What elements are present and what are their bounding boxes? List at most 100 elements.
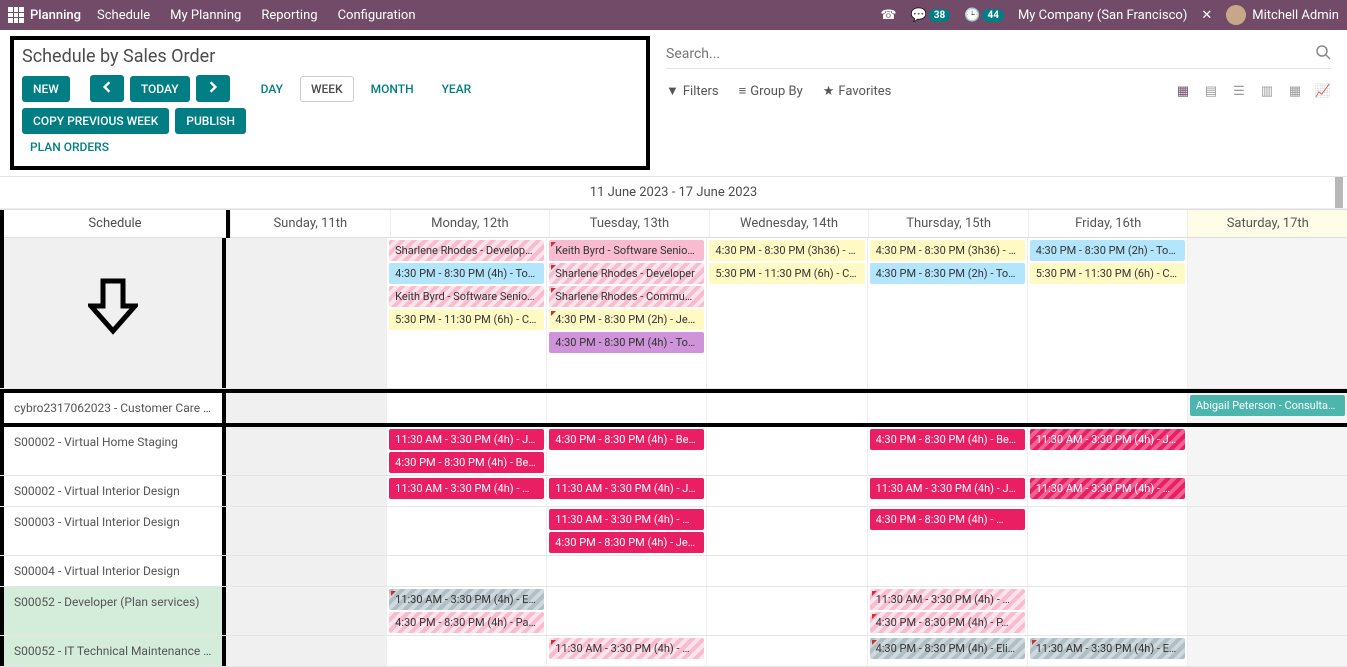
planning-event[interactable]: 11:30 AM - 3:30 PM (4h) - … xyxy=(549,638,704,659)
phone-icon[interactable]: ☎ xyxy=(880,8,896,23)
day-cell[interactable]: 4:30 PM - 8:30 PM (4h) - … xyxy=(867,507,1027,555)
day-cell[interactable] xyxy=(706,427,866,475)
day-cell[interactable]: 4:30 PM - 8:30 PM (4h) - Be… xyxy=(546,427,706,475)
menu-configuration[interactable]: Configuration xyxy=(338,8,416,23)
row-label[interactable]: S00004 - Virtual Interior Design xyxy=(0,556,226,586)
planning-event[interactable]: 4:30 PM - 8:30 PM (4h) - Be… xyxy=(870,429,1025,450)
planning-event[interactable]: 11:30 AM - 3:30 PM (4h) - E… xyxy=(389,589,544,610)
new-button[interactable]: NEW xyxy=(22,76,70,102)
day-cell[interactable] xyxy=(1187,636,1347,666)
day-cell[interactable] xyxy=(867,556,1027,586)
plan-orders-button[interactable]: PLAN ORDERS xyxy=(22,134,638,160)
activities-icon[interactable]: 🕒44 xyxy=(964,8,1004,23)
gantt-view-icon[interactable]: ▦ xyxy=(1175,84,1191,98)
planning-event[interactable]: 11:30 AM - 3:30 PM (4h) - … xyxy=(389,478,544,499)
planning-event[interactable]: 4:30 PM - 8:30 PM (3h36) - … xyxy=(709,240,864,261)
row-label[interactable]: S00002 - Virtual Interior Design xyxy=(0,476,226,506)
day-cell[interactable]: 11:30 AM - 3:30 PM (4h) - … xyxy=(1027,476,1187,506)
day-cell[interactable] xyxy=(226,587,386,635)
graph-view-icon[interactable]: 📈 xyxy=(1315,84,1331,98)
day-cell[interactable]: 4:30 PM - 8:30 PM (3h36) - …4:30 PM - 8:… xyxy=(867,238,1027,388)
planning-event[interactable]: 4:30 PM - 8:30 PM (4h) - Eli… xyxy=(870,638,1025,659)
day-cell[interactable]: 11:30 AM - 3:30 PM (4h) - …4:30 PM - 8:3… xyxy=(546,507,706,555)
prev-button[interactable] xyxy=(90,75,124,102)
day-cell[interactable] xyxy=(867,393,1027,423)
search-input[interactable] xyxy=(666,44,1315,64)
company-switcher[interactable]: My Company (San Francisco) xyxy=(1018,8,1187,23)
day-cell[interactable]: 11:30 AM - 3:30 PM (4h) - J… xyxy=(867,476,1027,506)
row-label[interactable]: S00052 - IT Technical Maintenance (Pla… xyxy=(0,636,226,666)
planning-event[interactable]: 5:30 PM - 11:30 PM (6h) - C… xyxy=(709,263,864,284)
list-view-icon[interactable]: ☰ xyxy=(1231,84,1247,98)
planning-event[interactable]: 4:30 PM - 8:30 PM (4h) - Be… xyxy=(549,429,704,450)
day-cell[interactable]: 11:30 AM - 3:30 PM (4h) - J… xyxy=(1027,427,1187,475)
planning-event[interactable]: Abigail Peterson - Consulta… xyxy=(1190,395,1345,416)
filters-button[interactable]: ▼Filters xyxy=(666,83,719,99)
day-cell[interactable] xyxy=(1027,587,1187,635)
day-cell[interactable] xyxy=(706,556,866,586)
messages-icon[interactable]: 💬38 xyxy=(911,8,951,23)
day-cell[interactable] xyxy=(1187,507,1347,555)
kanban-view-icon[interactable]: ▥ xyxy=(1259,84,1275,98)
day-cell[interactable] xyxy=(226,556,386,586)
planning-event[interactable]: Sharlene Rhodes - Commu… xyxy=(549,286,704,307)
day-cell[interactable] xyxy=(386,393,546,423)
day-cell[interactable]: 4:30 PM - 8:30 PM (3h36) - …5:30 PM - 11… xyxy=(706,238,866,388)
planning-event[interactable]: Keith Byrd - Software Senio… xyxy=(549,240,704,261)
planning-event[interactable]: 4:30 PM - 8:30 PM (2h) - To… xyxy=(870,263,1025,284)
copy-previous-week-button[interactable]: COPY PREVIOUS WEEK xyxy=(22,108,169,134)
planning-event[interactable]: 11:30 AM - 3:30 PM (4h) - J… xyxy=(549,478,704,499)
planning-event[interactable]: 4:30 PM - 8:30 PM (4h) - Pa… xyxy=(389,612,544,633)
planning-event[interactable]: 5:30 PM - 11:30 PM (6h) - C… xyxy=(389,309,544,330)
day-cell[interactable]: 11:30 AM - 3:30 PM (4h) - … xyxy=(546,636,706,666)
day-cell[interactable]: Keith Byrd - Software Senio…Sharlene Rho… xyxy=(546,238,706,388)
day-cell[interactable]: 11:30 AM - 3:30 PM (4h) - …4:30 PM - 8:3… xyxy=(867,587,1027,635)
planning-event[interactable]: Keith Byrd - Software Senio… xyxy=(389,286,544,307)
day-cell[interactable] xyxy=(226,238,386,388)
planning-event[interactable]: Sharlene Rhodes - Developer xyxy=(549,263,704,284)
menu-schedule[interactable]: Schedule xyxy=(97,8,150,23)
planning-event[interactable]: 4:30 PM - 8:30 PM (4h) - Be… xyxy=(389,452,544,473)
planning-event[interactable]: 4:30 PM - 8:30 PM (4h) - To… xyxy=(389,263,544,284)
day-cell[interactable]: 4:30 PM - 8:30 PM (4h) - Eli… xyxy=(867,636,1027,666)
planning-event[interactable]: 4:30 PM - 8:30 PM (2h) - To… xyxy=(1030,240,1185,261)
day-cell[interactable]: Abigail Peterson - Consulta… xyxy=(1187,393,1347,423)
menu-reporting[interactable]: Reporting xyxy=(261,8,317,23)
day-button[interactable]: DAY xyxy=(250,76,294,102)
day-cell[interactable]: 11:30 AM - 3:30 PM (4h) - … xyxy=(386,476,546,506)
planning-event[interactable]: 5:30 PM - 11:30 PM (6h) - C… xyxy=(1030,263,1185,284)
planning-event[interactable]: Sharlene Rhodes - Develop… xyxy=(389,240,544,261)
group-by-button[interactable]: ≡Group By xyxy=(739,83,803,99)
planning-event[interactable]: 11:30 AM - 3:30 PM (4h) - E… xyxy=(1030,638,1185,659)
day-cell[interactable] xyxy=(1187,427,1347,475)
menu-my-planning[interactable]: My Planning xyxy=(170,8,241,23)
publish-button[interactable]: PUBLISH xyxy=(175,108,246,134)
day-cell[interactable] xyxy=(1027,556,1187,586)
day-cell[interactable]: 11:30 AM - 3:30 PM (4h) - J… xyxy=(546,476,706,506)
day-cell[interactable] xyxy=(226,636,386,666)
row-label[interactable]: S00003 - Virtual Interior Design xyxy=(0,507,226,555)
day-cell[interactable] xyxy=(706,507,866,555)
day-cell[interactable] xyxy=(706,587,866,635)
calendar-view-icon[interactable]: ▤ xyxy=(1203,84,1219,98)
day-cell[interactable] xyxy=(1187,556,1347,586)
search-icon[interactable] xyxy=(1315,44,1331,64)
planning-event[interactable]: 4:30 PM - 8:30 PM (4h) - To… xyxy=(549,332,704,353)
planning-event[interactable]: 4:30 PM - 8:30 PM (2h) - Je… xyxy=(549,309,704,330)
day-cell[interactable]: 11:30 AM - 3:30 PM (4h) - E…4:30 PM - 8:… xyxy=(386,587,546,635)
day-cell[interactable] xyxy=(386,636,546,666)
day-cell[interactable] xyxy=(1187,476,1347,506)
day-cell[interactable] xyxy=(1027,393,1187,423)
week-button[interactable]: WEEK xyxy=(300,76,354,102)
row-label[interactable]: S00052 - Developer (Plan services) xyxy=(0,587,226,635)
planning-event[interactable]: 11:30 AM - 3:30 PM (4h) - … xyxy=(549,509,704,530)
day-cell[interactable] xyxy=(706,393,866,423)
day-cell[interactable]: 4:30 PM - 8:30 PM (2h) - To…5:30 PM - 11… xyxy=(1027,238,1187,388)
day-cell[interactable] xyxy=(226,427,386,475)
planning-event[interactable]: 4:30 PM - 8:30 PM (3h36) - … xyxy=(870,240,1025,261)
day-cell[interactable] xyxy=(706,476,866,506)
day-cell[interactable] xyxy=(386,556,546,586)
planning-event[interactable]: 11:30 AM - 3:30 PM (4h) - J… xyxy=(1030,429,1185,450)
day-cell[interactable]: 4:30 PM - 8:30 PM (4h) - Be… xyxy=(867,427,1027,475)
row-label[interactable] xyxy=(0,238,226,388)
